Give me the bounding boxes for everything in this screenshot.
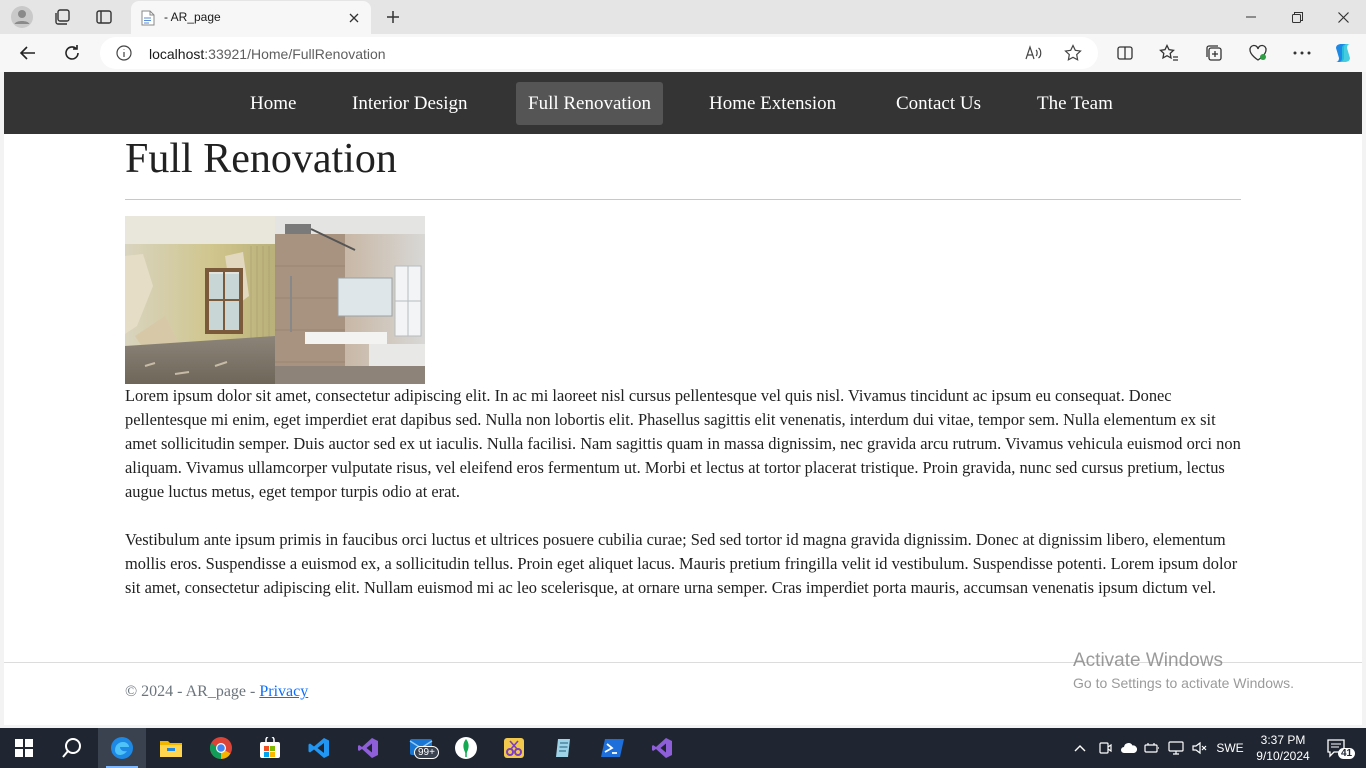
windows-taskbar: 99+ SWE 3:37 PM 9/10/2024 41 [0, 728, 1366, 768]
notification-count-badge: 41 [1338, 748, 1356, 759]
close-tab-icon[interactable] [345, 9, 363, 27]
taskbar-chrome-icon[interactable] [197, 728, 245, 768]
nav-contact-us[interactable]: Contact Us [884, 82, 993, 125]
url-host: localhost [149, 46, 205, 62]
nav-home[interactable]: Home [238, 82, 308, 125]
back-icon[interactable] [16, 41, 40, 65]
nav-home-extension[interactable]: Home Extension [697, 82, 848, 125]
system-clock[interactable]: 3:37 PM 9/10/2024 [1250, 732, 1316, 764]
new-tab-icon[interactable] [382, 6, 404, 28]
refresh-icon[interactable] [60, 41, 84, 65]
taskbar-notepad-icon[interactable] [540, 728, 588, 768]
page-favicon-icon [141, 10, 155, 26]
taskbar-store-icon[interactable] [246, 728, 294, 768]
restore-icon[interactable] [1274, 0, 1320, 34]
taskbar-mongodb-icon[interactable] [442, 728, 490, 768]
nav-full-renovation[interactable]: Full Renovation [516, 82, 663, 125]
mail-unread-badge: 99+ [414, 746, 439, 759]
minimize-icon[interactable] [1228, 0, 1274, 34]
address-bar[interactable]: localhost:33921/Home/FullRenovation [100, 37, 1098, 69]
browser-tab-strip: - AR_page [0, 0, 1366, 34]
activate-windows-watermark: Activate Windows Go to Settings to activ… [1073, 650, 1294, 691]
site-navbar: Home Interior Design Full Renovation Hom… [4, 72, 1362, 134]
intro-paragraph: Lorem ipsum dolor sit amet, consectetur … [125, 386, 1241, 501]
workspaces-icon[interactable] [50, 5, 74, 29]
taskbar-vscode-icon[interactable] [295, 728, 343, 768]
site-info-icon[interactable] [116, 45, 132, 61]
watermark-subtitle: Go to Settings to activate Windows. [1073, 675, 1294, 691]
onedrive-icon[interactable] [1118, 728, 1140, 768]
more-options-icon[interactable] [1290, 41, 1314, 65]
web-page: Home Interior Design Full Renovation Hom… [4, 72, 1362, 725]
collections-icon[interactable] [1202, 41, 1226, 65]
profile-icon[interactable] [10, 5, 34, 29]
favorites-icon[interactable] [1157, 41, 1181, 65]
network-icon[interactable] [1166, 728, 1186, 768]
taskbar-visual-studio-2-icon[interactable] [638, 728, 686, 768]
copilot-icon[interactable] [1331, 41, 1355, 65]
power-icon[interactable] [1142, 728, 1162, 768]
notifications-icon[interactable]: 41 [1320, 728, 1356, 768]
taskbar-snipping-icon[interactable] [490, 728, 538, 768]
taskbar-file-explorer-icon[interactable] [147, 728, 195, 768]
browser-toolbar: localhost:33921/Home/FullRenovation [0, 34, 1366, 72]
taskbar-visual-studio-icon[interactable] [344, 728, 392, 768]
volume-muted-icon[interactable] [1190, 728, 1210, 768]
url-path: :33921/Home/FullRenovation [204, 46, 386, 62]
vertical-tabs-icon[interactable] [92, 5, 116, 29]
url-text[interactable]: localhost:33921/Home/FullRenovation [149, 46, 386, 62]
before-after-renovation-image [125, 216, 425, 384]
watermark-title: Activate Windows [1073, 650, 1223, 671]
meet-now-icon[interactable] [1095, 728, 1115, 768]
nav-the-team[interactable]: The Team [1025, 82, 1125, 125]
site-footer: © 2024 - AR_page - Privacy [125, 683, 308, 701]
taskbar-mail-icon[interactable]: 99+ [400, 728, 448, 768]
input-language-indicator[interactable]: SWE [1214, 728, 1246, 768]
read-aloud-icon[interactable] [1023, 43, 1043, 63]
taskbar-edge-icon[interactable] [98, 728, 146, 768]
browser-essentials-icon[interactable] [1246, 41, 1270, 65]
browser-tab-active[interactable]: - AR_page [131, 1, 371, 34]
footer-copyright: © 2024 - AR_page - [125, 683, 260, 700]
title-divider [125, 199, 1241, 200]
search-icon[interactable] [48, 728, 96, 768]
nav-interior-design[interactable]: Interior Design [340, 82, 480, 125]
second-paragraph: Vestibulum ante ipsum primis in faucibus… [125, 530, 1238, 597]
tab-title: - AR_page [164, 10, 221, 24]
split-screen-icon[interactable] [1113, 41, 1137, 65]
close-window-icon[interactable] [1320, 0, 1366, 34]
start-button-icon[interactable] [0, 728, 48, 768]
page-title: Full Renovation [125, 136, 397, 182]
taskbar-powershell-icon[interactable] [589, 728, 637, 768]
show-hidden-icons-icon[interactable] [1070, 728, 1090, 768]
favorite-star-icon[interactable] [1063, 43, 1083, 63]
privacy-link[interactable]: Privacy [259, 683, 308, 700]
clock-date: 9/10/2024 [1256, 749, 1310, 763]
clock-time: 3:37 PM [1260, 733, 1306, 747]
